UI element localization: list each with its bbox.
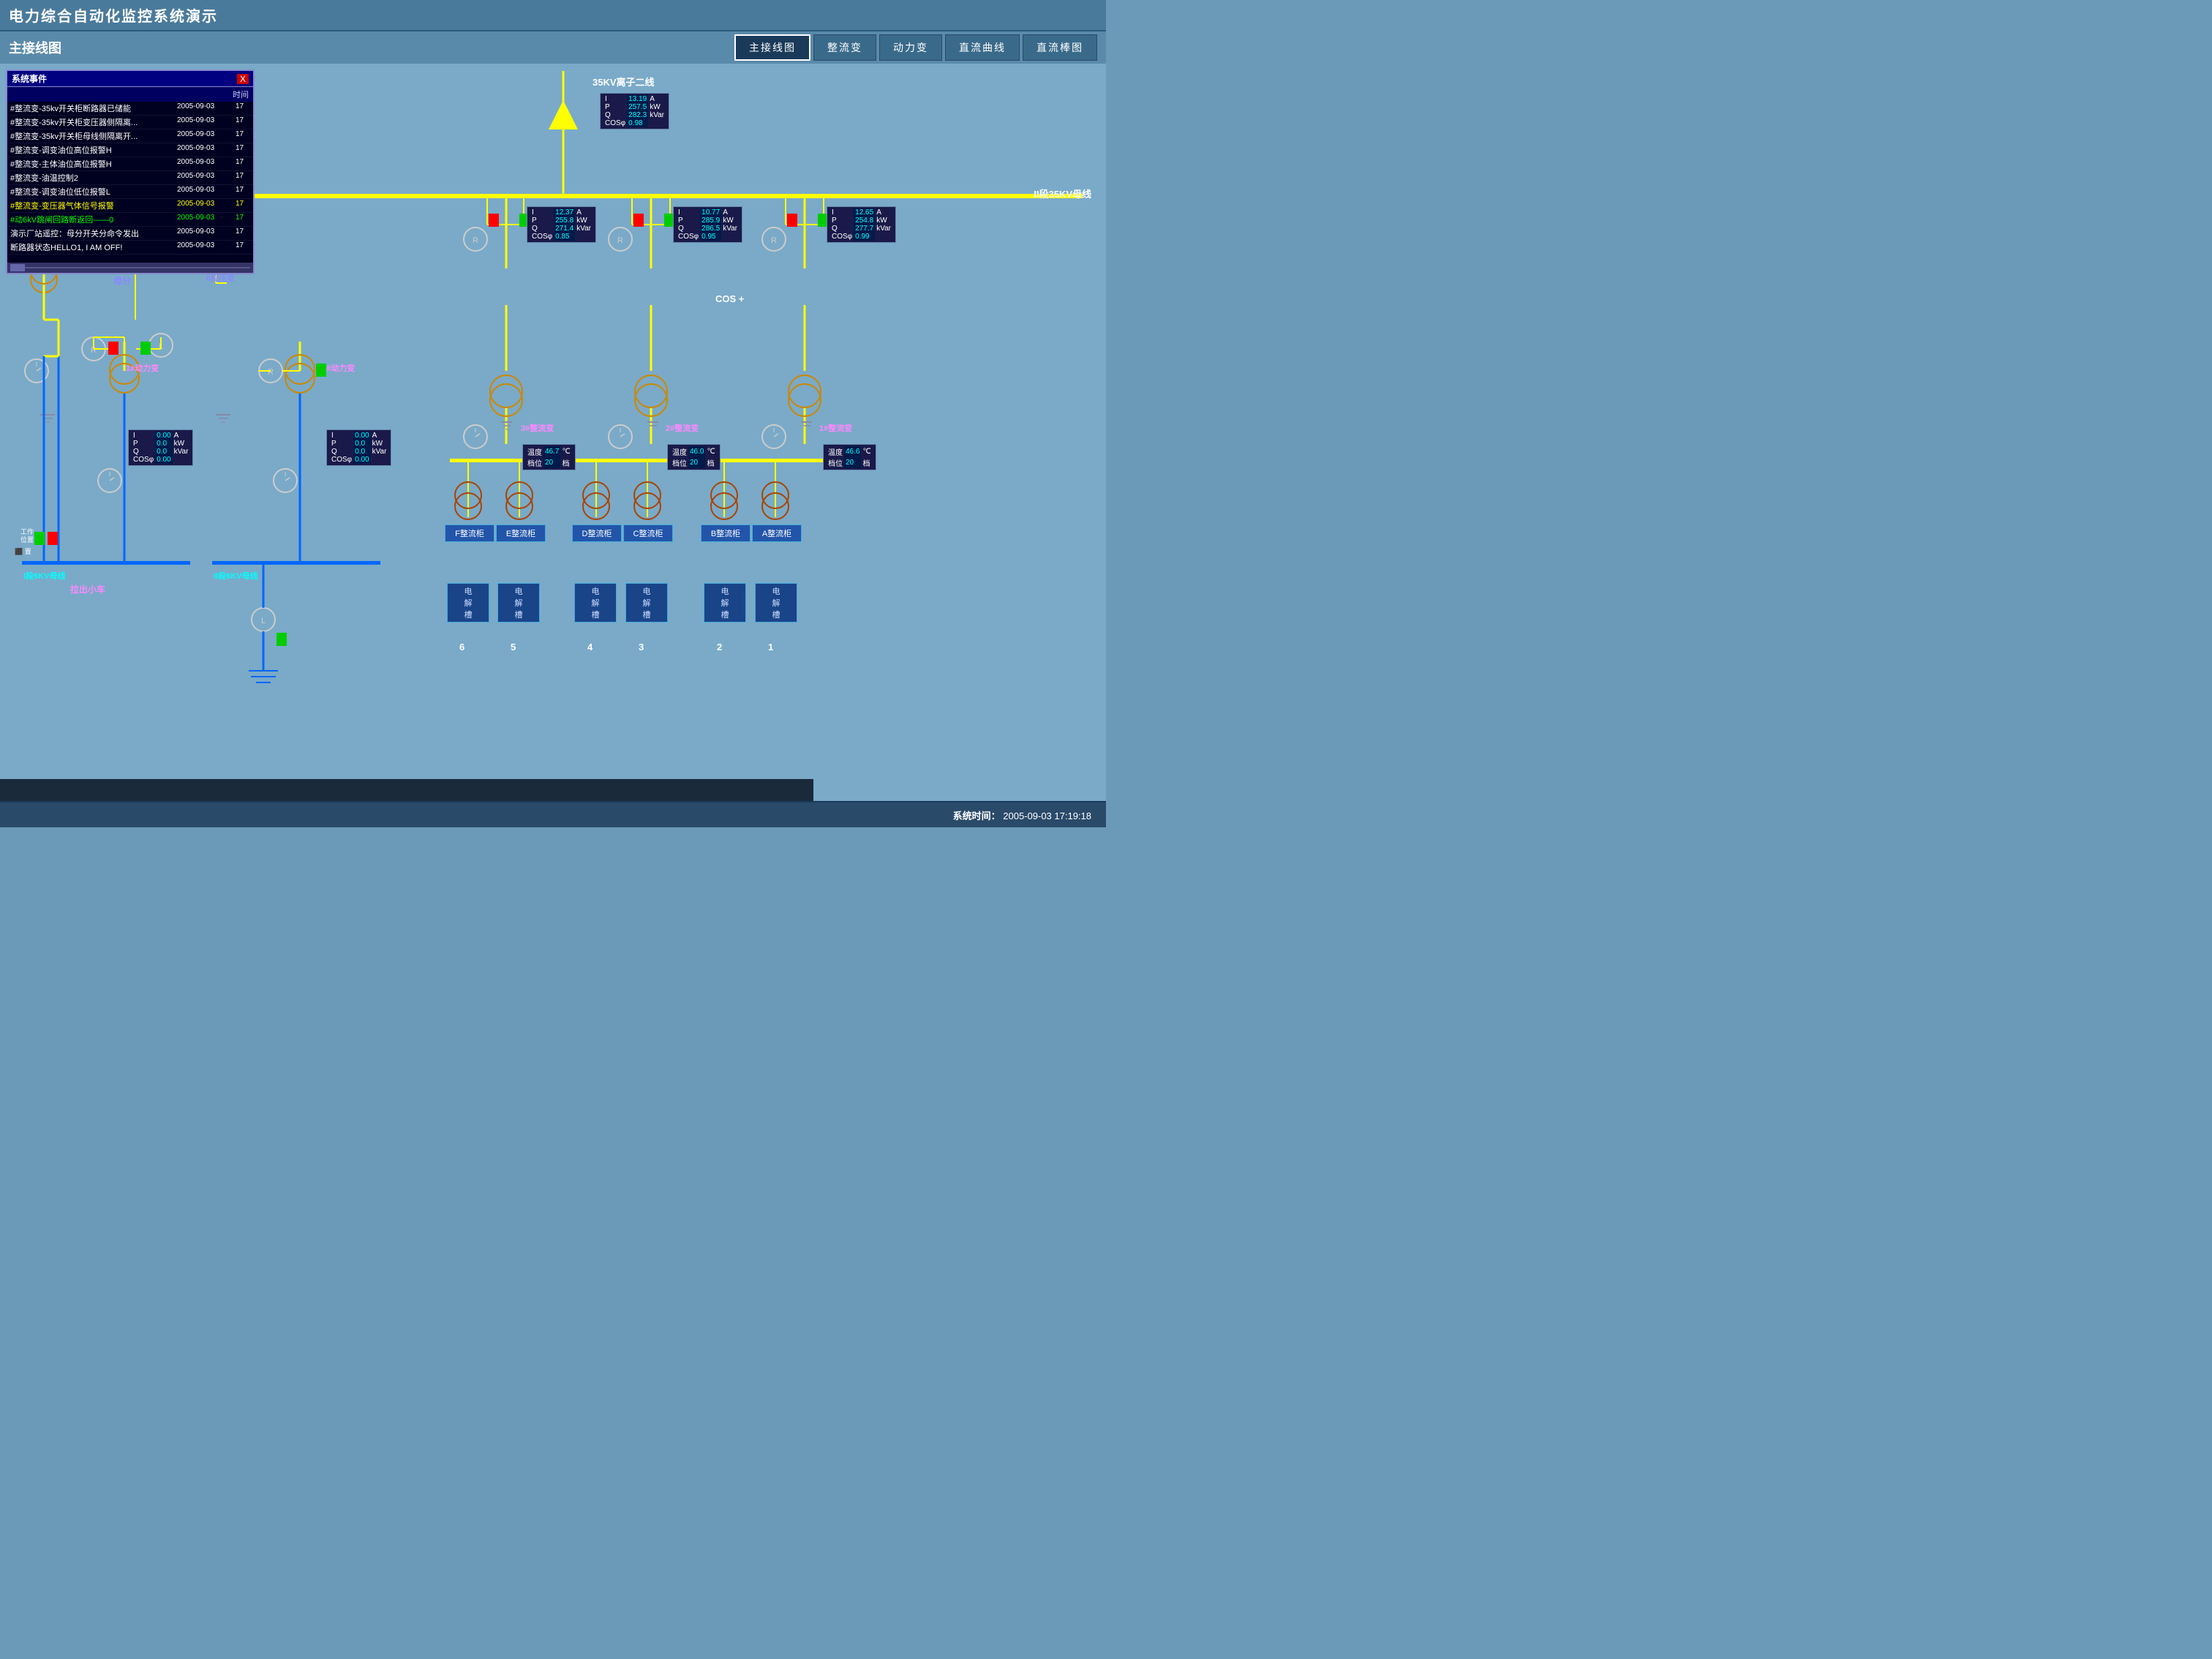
electro-4[interactable]: 电 解 槽 bbox=[574, 583, 617, 622]
work-indicator-green[interactable] bbox=[276, 633, 287, 646]
mufen-label: 母分 bbox=[113, 274, 131, 287]
info-box-power1: I0.00 A P0.0 kW Q0.0 kVar COSφ0.00 bbox=[128, 429, 193, 466]
rect-1-label: 1#整流变 bbox=[819, 422, 852, 434]
cabinet-A[interactable]: A整流柜 bbox=[752, 524, 802, 542]
cabinet-D[interactable]: D整流柜 bbox=[572, 524, 622, 542]
info-box-rect3: I12.37 A P255.8 kW Q271.4 kVar COSφ0.85 bbox=[527, 206, 596, 243]
switch-power1-red[interactable] bbox=[108, 342, 118, 355]
busbar6kv-1-label: I段6KV母线 bbox=[23, 570, 65, 582]
cabinet-E[interactable]: E整流柜 bbox=[496, 524, 546, 542]
work-indicator-green-L[interactable] bbox=[34, 532, 45, 545]
num-4: 4 bbox=[587, 642, 592, 652]
info-box-power2: I0.00 A P0.0 kW Q0.0 kVar COSφ0.00 bbox=[326, 429, 391, 466]
events-title: 系统事件 bbox=[12, 72, 47, 85]
nav-btn-dongli[interactable]: 动力变 bbox=[879, 34, 942, 61]
busbar35kv-label: II段35KV母线 bbox=[1034, 187, 1091, 200]
electro-5[interactable]: 电 解 槽 bbox=[497, 583, 540, 622]
info-box-temp1: 温度46.6℃ 档位20档 bbox=[823, 444, 876, 470]
list-item: 演示厂站遥控：母分开关分命令发出 2005-09-03 17 bbox=[7, 227, 253, 241]
switch-rect1-red[interactable] bbox=[787, 214, 797, 227]
info-box-rect1: I12.65 A P254.8 kW Q277.7 kVar COSφ0.99 bbox=[827, 206, 896, 243]
events-time-header: 时间 bbox=[233, 91, 249, 99]
events-close-btn[interactable]: X bbox=[237, 74, 249, 84]
switch-rect2-red[interactable] bbox=[633, 214, 644, 227]
svg-text:R: R bbox=[617, 236, 623, 245]
cos-plus-label: COS + bbox=[715, 293, 744, 304]
cabinet-B[interactable]: B整流柜 bbox=[701, 524, 750, 542]
page-title: 主接线图 bbox=[9, 38, 61, 57]
num-6: 6 bbox=[459, 642, 464, 652]
cabinet-C[interactable]: C整流柜 bbox=[623, 524, 673, 542]
nav-btn-zhujie[interactable]: 主接线图 bbox=[734, 34, 810, 61]
nav-btn-zhengliu[interactable]: 整流变 bbox=[813, 34, 876, 61]
num-1: 1 bbox=[768, 642, 773, 652]
app-title: 电力综合自动化监控系统演示 bbox=[9, 9, 218, 25]
num-3: 3 bbox=[639, 642, 644, 652]
switch-rect3-red[interactable] bbox=[489, 214, 499, 227]
num-2: 2 bbox=[717, 642, 722, 652]
list-item: #整流变-35kv开关柜断路器已储能 2005-09-03 17 bbox=[7, 102, 253, 116]
list-item: 断路器状态HELLO1, I AM OFF! 2005-09-03 17 bbox=[7, 241, 253, 255]
list-item: #动6kV跳闸回路断返回——0 2005-09-03 17 bbox=[7, 213, 253, 227]
switch-power1-green[interactable] bbox=[140, 342, 151, 355]
rect-3-label: 3#整流变 bbox=[521, 422, 554, 434]
electro-6[interactable]: 电 解 槽 bbox=[447, 583, 489, 622]
work-indicator-red-L[interactable] bbox=[48, 532, 58, 545]
events-body[interactable]: #整流变-35kv开关柜断路器已储能 2005-09-03 17 #整流变-35… bbox=[7, 102, 253, 263]
electro-3[interactable]: 电 解 槽 bbox=[625, 583, 668, 622]
info-box-temp2: 温度46.0℃ 档位20档 bbox=[667, 444, 721, 470]
num-5: 5 bbox=[511, 642, 516, 652]
list-item: #整流变-调变油位高位报警H 2005-09-03 17 bbox=[7, 143, 253, 157]
info-box-35kv-line: I13.19A P257.5kW Q282.3kVar COSφ0.98 bbox=[600, 93, 669, 129]
cabinet-F[interactable]: F整流柜 bbox=[445, 524, 494, 542]
events-window: 系统事件 X 时间 #整流变-35kv开关柜断路器已储能 2005-09-03 … bbox=[6, 69, 255, 274]
electro-1[interactable]: 电 解 槽 bbox=[755, 583, 797, 622]
nav-btn-zhiliu-curve[interactable]: 直流曲线 bbox=[945, 34, 1020, 61]
list-item: #整流变-35kv开关柜母线侧隔离开... 2005-09-03 17 bbox=[7, 129, 253, 143]
work-pos-indicator: ⬛ 置 bbox=[15, 546, 31, 556]
list-item: #整流变-油温控制2 2005-09-03 17 bbox=[7, 171, 253, 185]
line35kv-label: 35KV离子二线 bbox=[592, 75, 655, 89]
info-box-rect2: I10.77 A P285.9 kW Q286.5 kVar COSφ0.95 bbox=[673, 206, 742, 243]
svg-text:R: R bbox=[473, 236, 478, 245]
switch-power2-green[interactable] bbox=[316, 364, 326, 377]
list-item: #整流变-调变油位低位报警L 2005-09-03 17 bbox=[7, 185, 253, 199]
scroll-area bbox=[0, 779, 813, 801]
work-pos-label: 工作 位置 bbox=[20, 528, 34, 544]
main-area: R R R R R L R R L L bbox=[0, 64, 1106, 827]
power-1-label: 1#动力变 bbox=[126, 362, 159, 374]
nav-buttons: 主接线图 整流变 动力变 直流曲线 直流棒图 bbox=[734, 34, 1097, 61]
svg-text:L: L bbox=[159, 342, 163, 351]
info-box-temp3: 温度46.7℃ 档位20档 bbox=[522, 444, 576, 470]
top-bar: 电力综合自动化监控系统演示 bbox=[0, 0, 1106, 31]
pullout-label: 拉出小车 bbox=[70, 583, 105, 595]
header-row: 主接线图 主接线图 整流变 动力变 直流曲线 直流棒图 bbox=[0, 31, 1106, 64]
list-item: #整流变-主体油位高位报警H 2005-09-03 17 bbox=[7, 157, 253, 171]
svg-text:R: R bbox=[91, 346, 97, 355]
list-item: #整流变-变压器气体信号报警 2005-09-03 17 bbox=[7, 199, 253, 213]
events-scrollbar[interactable] bbox=[7, 263, 253, 273]
rect-2-label: 2#整流变 bbox=[666, 422, 699, 434]
bottom-status-bar: 系统时间： 2005-09-03 17:19:18 bbox=[0, 801, 1106, 827]
power-2-label: 2#动力变 bbox=[322, 362, 355, 374]
list-item: #整流变-35kv开关柜变压器侧隔离... 2005-09-03 17 bbox=[7, 116, 253, 129]
nav-btn-zhiliu-bar[interactable]: 直流棒图 bbox=[1023, 34, 1097, 61]
busbar6kv-2-label: II段6KV母线 bbox=[214, 570, 258, 582]
svg-text:R: R bbox=[268, 368, 274, 377]
events-header: 时间 bbox=[7, 87, 253, 102]
svg-text:R: R bbox=[771, 236, 777, 245]
events-title-bar: 系统事件 X bbox=[7, 71, 253, 87]
system-time: 系统时间： 2005-09-03 17:19:18 bbox=[953, 808, 1091, 822]
svg-text:L: L bbox=[261, 617, 266, 625]
electro-2[interactable]: 电 解 槽 bbox=[704, 583, 746, 622]
